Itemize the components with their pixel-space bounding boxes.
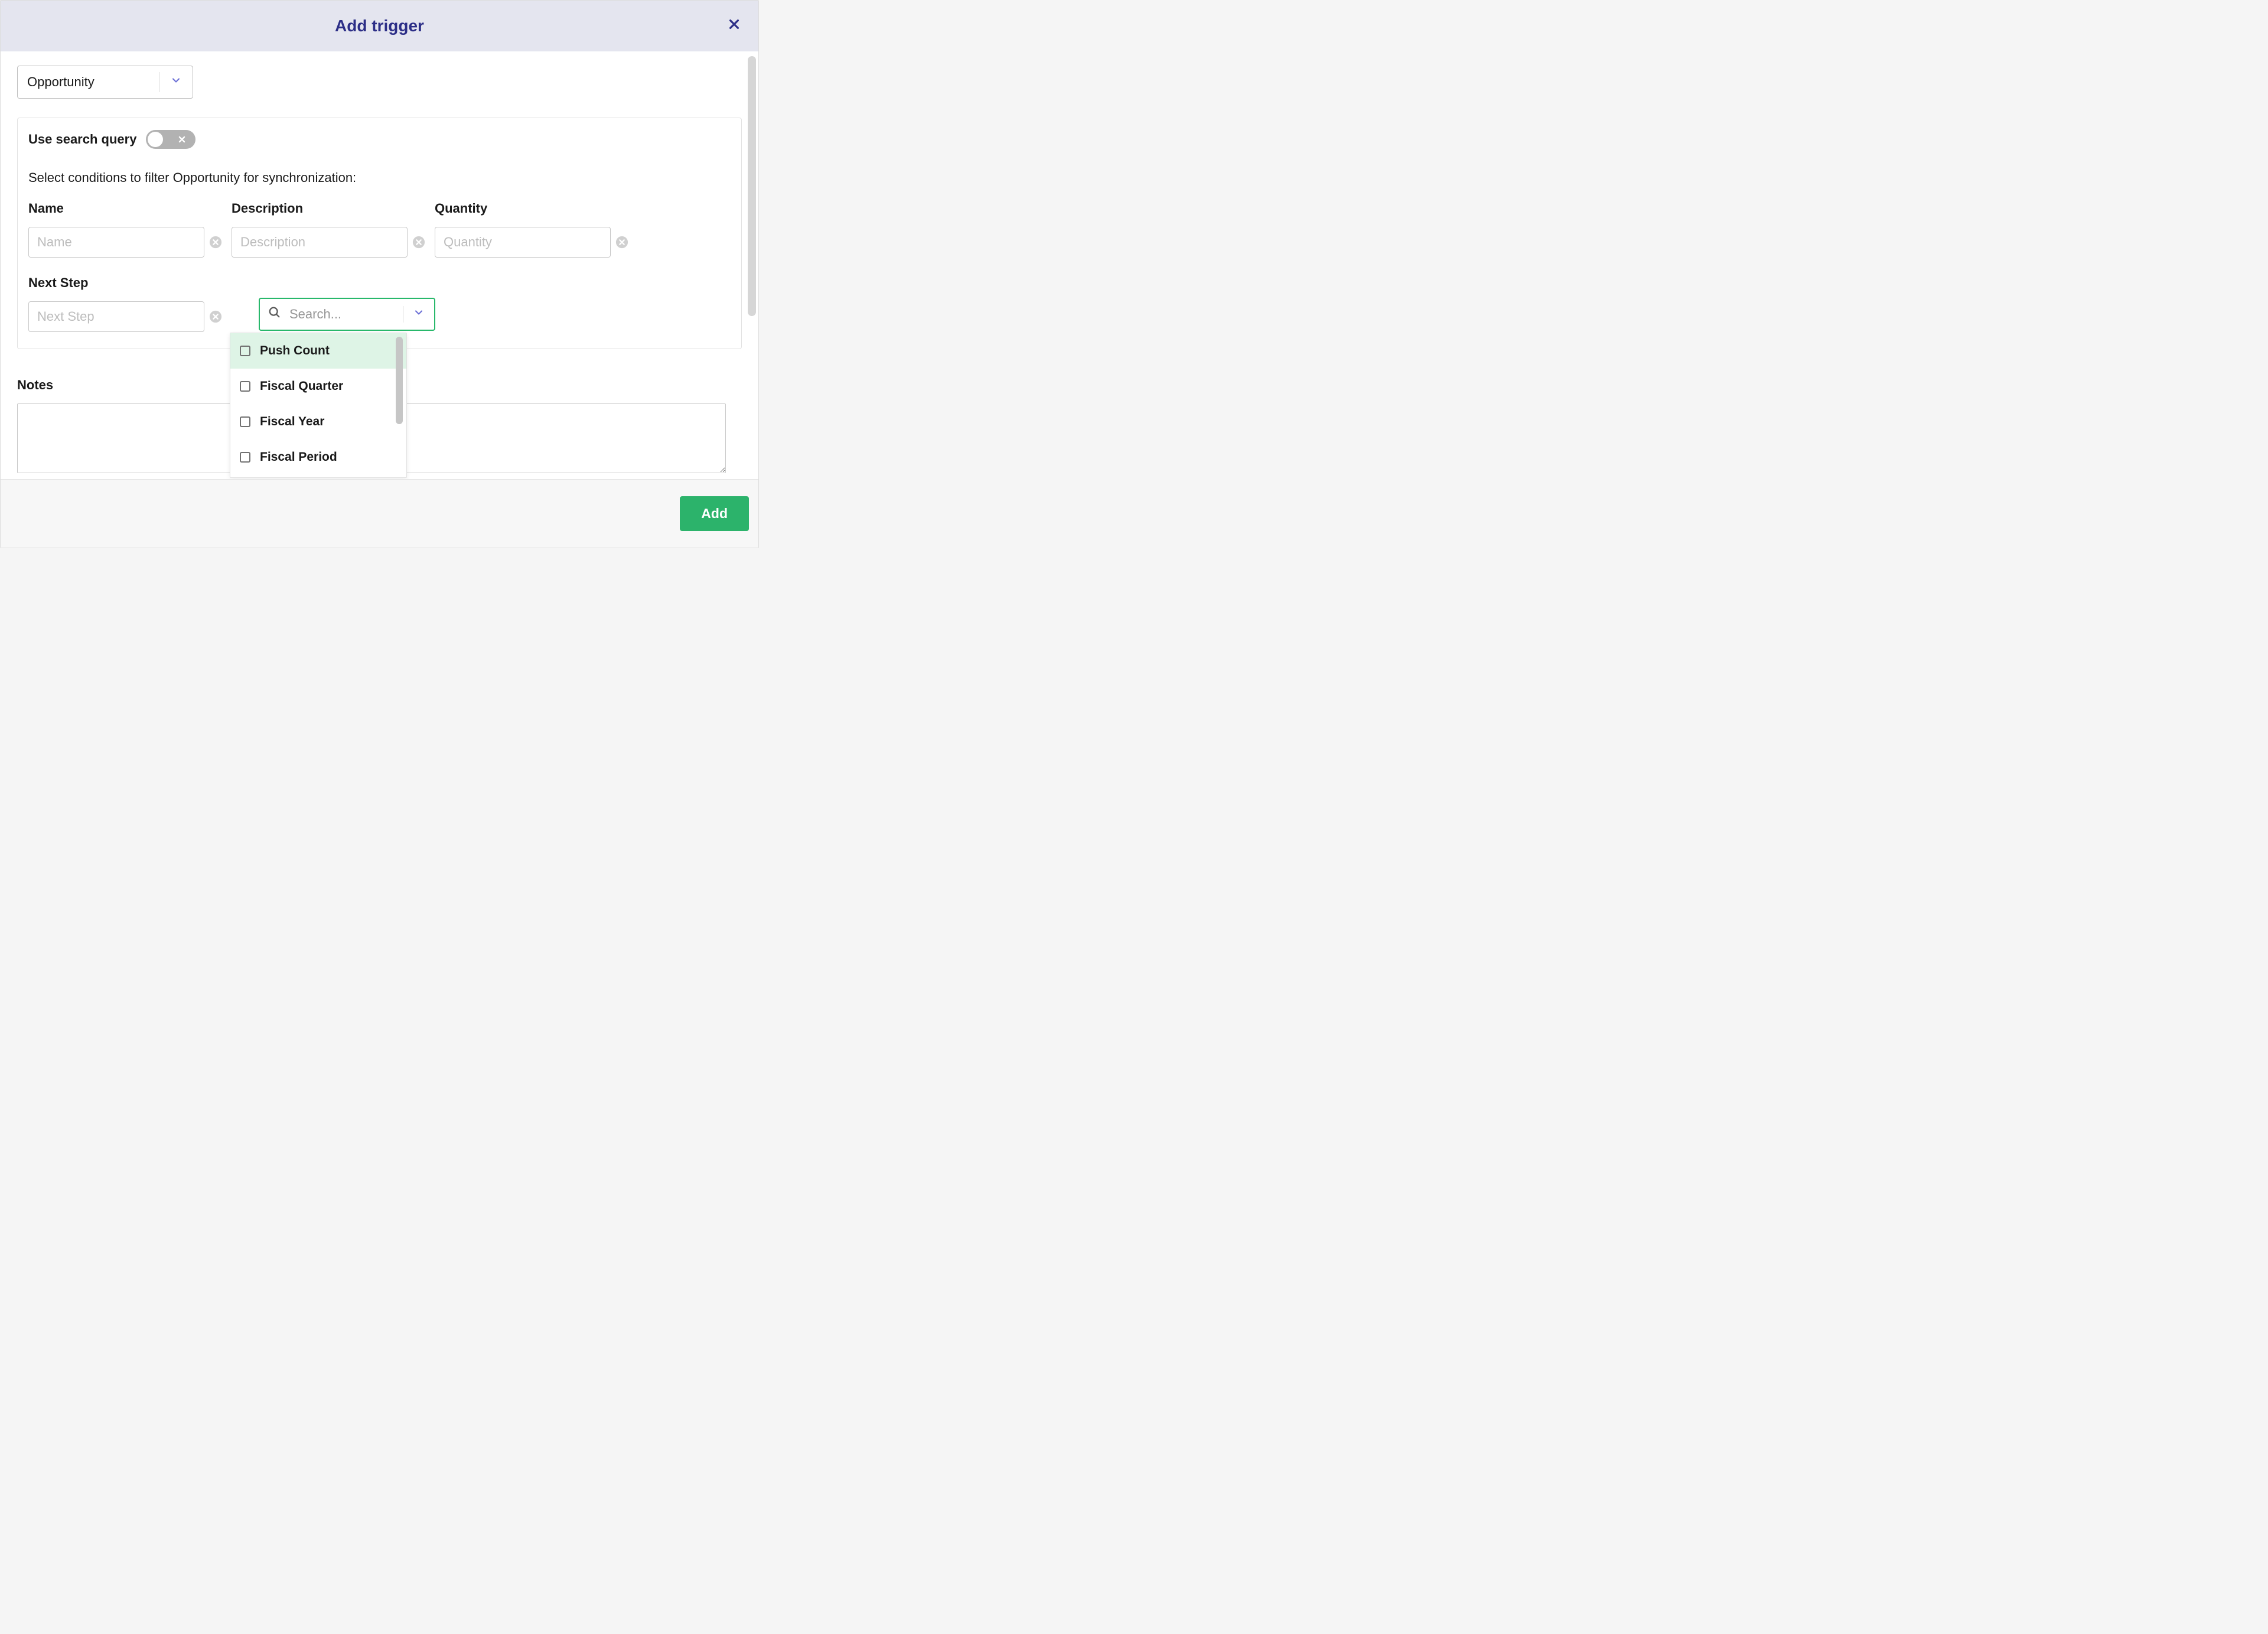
modal-title: Add trigger <box>335 17 424 35</box>
object-select-value: Opportunity <box>27 74 94 90</box>
option-label: Push Count <box>260 344 330 358</box>
next-step-input[interactable] <box>28 301 204 332</box>
quantity-input[interactable] <box>435 227 611 258</box>
add-trigger-modal: Add trigger Opportunity Use searc <box>0 0 759 548</box>
close-icon <box>728 19 741 34</box>
description-clear-button[interactable] <box>412 236 425 249</box>
conditions-panel: Use search query Select conditions to fi… <box>17 118 742 349</box>
chevron-down-icon <box>413 307 425 322</box>
field-search-select[interactable] <box>259 298 435 331</box>
clear-icon <box>209 237 222 252</box>
name-label: Name <box>28 201 232 216</box>
option-label: Fiscal Period <box>260 450 337 464</box>
name-clear-button[interactable] <box>209 236 222 249</box>
field-search-input[interactable] <box>289 307 384 322</box>
description-input[interactable] <box>232 227 408 258</box>
add-button[interactable]: Add <box>680 496 749 531</box>
modal-footer: Add <box>1 479 758 548</box>
dropdown-option[interactable]: Push Count <box>230 333 406 369</box>
clear-icon <box>615 237 628 252</box>
conditions-instruction: Select conditions to filter Opportunity … <box>28 170 731 185</box>
option-checkbox[interactable] <box>240 452 250 463</box>
option-checkbox[interactable] <box>240 416 250 427</box>
object-select[interactable]: Opportunity <box>17 66 193 99</box>
dropdown-option[interactable]: Fiscal Year <box>230 404 406 440</box>
description-label: Description <box>232 201 435 216</box>
clear-icon <box>412 237 425 252</box>
field-search-dropdown: Push Count Fiscal Quarter Fiscal Year Fi… <box>230 333 407 478</box>
modal-header: Add trigger <box>1 1 758 51</box>
next-step-clear-button[interactable] <box>209 310 222 323</box>
option-checkbox[interactable] <box>240 346 250 356</box>
name-input[interactable] <box>28 227 204 258</box>
search-icon <box>268 306 281 323</box>
dropdown-option[interactable]: Fiscal Period <box>230 440 406 475</box>
close-button[interactable] <box>728 18 741 34</box>
toggle-off-icon <box>178 132 186 147</box>
modal-body: Opportunity Use search query <box>1 51 758 479</box>
chevron-down-icon <box>170 74 182 90</box>
clear-icon <box>209 311 222 326</box>
option-label: Fiscal Quarter <box>260 379 343 393</box>
body-scrollbar[interactable] <box>748 56 756 316</box>
toggle-knob <box>148 132 163 147</box>
quantity-label: Quantity <box>435 201 638 216</box>
option-label: Fiscal Year <box>260 415 324 429</box>
quantity-clear-button[interactable] <box>615 236 628 249</box>
dropdown-scrollbar[interactable] <box>396 337 403 424</box>
next-step-label: Next Step <box>28 275 232 291</box>
search-query-toggle[interactable] <box>146 130 195 149</box>
dropdown-option[interactable]: Fiscal Quarter <box>230 369 406 404</box>
search-query-toggle-label: Use search query <box>28 132 136 147</box>
option-checkbox[interactable] <box>240 381 250 392</box>
